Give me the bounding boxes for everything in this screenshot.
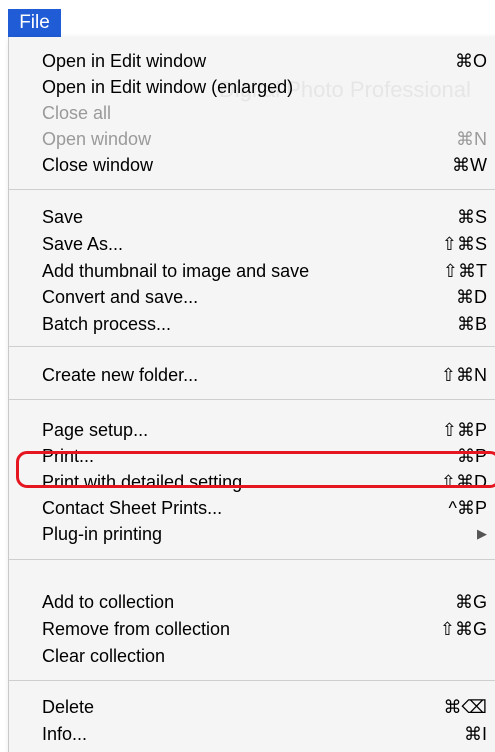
menu-item-convert-and-save[interactable]: Convert and save... ⌘D (9, 283, 495, 311)
menu-separator (9, 559, 495, 560)
menu-item-shortcut: ⇧⌘S (441, 234, 487, 254)
file-menu-title[interactable]: File (8, 9, 61, 37)
menu-item-page-setup[interactable]: Page setup... ⇧⌘P (9, 416, 495, 444)
menu-item-shortcut: ⇧⌘T (442, 261, 487, 281)
menu-item-contact-sheet-prints[interactable]: Contact Sheet Prints... ^⌘P (9, 494, 495, 522)
menu-item-label: Page setup... (42, 420, 149, 440)
file-dropdown-menu: Digital Photo Professional Open in Edit … (8, 37, 495, 752)
menu-item-label: Contact Sheet Prints... (42, 498, 223, 518)
menu-item-shortcut: ⌘D (456, 287, 487, 307)
menu-item-batch-process[interactable]: Batch process... ⌘B (9, 310, 495, 338)
menu-item-label: Delete (42, 697, 95, 717)
menu-item-shortcut: ⌘G (454, 592, 487, 612)
menu-item-label: Remove from collection (42, 619, 231, 639)
menu-item-label: Info... (42, 724, 88, 744)
menu-item-info[interactable]: Info... ⌘I (9, 720, 495, 748)
menu-item-label: Add thumbnail to image and save (42, 261, 310, 281)
submenu-arrow-icon: ▶ (477, 526, 487, 541)
menu-item-label: Batch process... (42, 314, 172, 334)
menu-item-save-as[interactable]: Save As... ⇧⌘S (9, 230, 495, 258)
menu-item-clear-collection[interactable]: Clear collection (9, 642, 495, 670)
menu-item-label: Save (42, 207, 84, 227)
menu-item-label: Create new folder... (42, 365, 199, 385)
menu-item-shortcut: ⌘B (456, 314, 487, 334)
menu-item-shortcut: ⇧⌘N (440, 365, 487, 385)
menu-item-save[interactable]: Save ⌘S (9, 203, 495, 231)
menu-item-label: Open in Edit window (enlarged) (42, 77, 294, 97)
menu-item-create-new-folder[interactable]: Create new folder... ⇧⌘N (9, 361, 495, 389)
menu-item-shortcut: ⌘O (454, 51, 487, 71)
menu-item-label: Convert and save... (42, 287, 199, 307)
menu-item-close-all: Close all (9, 99, 495, 127)
menubar: File (0, 0, 495, 40)
menu-item-shortcut: ⌘I (463, 724, 487, 744)
menu-item-label: Open in Edit window (42, 51, 207, 71)
menu-item-label: Save As... (42, 234, 124, 254)
menu-item-shortcut: ^⌘P (448, 498, 487, 518)
menu-item-label: Open window (42, 129, 152, 149)
menu-separator (9, 680, 495, 681)
print-highlight-outline (16, 451, 495, 488)
menu-item-label: Add to collection (42, 592, 175, 612)
menu-item-label: Close all (42, 103, 112, 123)
menu-item-delete[interactable]: Delete ⌘⌫ (9, 693, 495, 721)
menu-item-add-thumbnail-and-save[interactable]: Add thumbnail to image and save ⇧⌘T (9, 257, 495, 285)
menu-item-open-window: Open window ⌘N (9, 125, 495, 153)
menu-item-label: Clear collection (42, 646, 166, 666)
menu-item-label: Plug-in printing (42, 524, 163, 544)
menu-item-label: Close window (42, 155, 154, 175)
menu-separator (9, 189, 495, 190)
menu-separator (9, 399, 495, 400)
menu-item-open-in-edit-window[interactable]: Open in Edit window ⌘O (9, 47, 495, 75)
menu-item-shortcut: ⌘W (452, 155, 487, 175)
menu-item-shortcut: ⌘N (456, 129, 487, 149)
menu-item-shortcut: ⌘⌫ (443, 697, 487, 717)
menu-item-shortcut: ⇧⌘P (441, 420, 487, 440)
menu-separator (9, 346, 495, 347)
menu-item-shortcut: ⌘S (456, 207, 487, 227)
menu-item-close-window[interactable]: Close window ⌘W (9, 151, 495, 179)
menu-item-shortcut: ⇧⌘G (439, 619, 487, 639)
menu-item-remove-from-collection[interactable]: Remove from collection ⇧⌘G (9, 615, 495, 643)
menu-item-open-in-edit-window-enlarged[interactable]: Open in Edit window (enlarged) (9, 73, 495, 101)
menu-item-plug-in-printing[interactable]: Plug-in printing ▶ (9, 520, 495, 548)
menu-item-add-to-collection[interactable]: Add to collection ⌘G (9, 588, 495, 616)
